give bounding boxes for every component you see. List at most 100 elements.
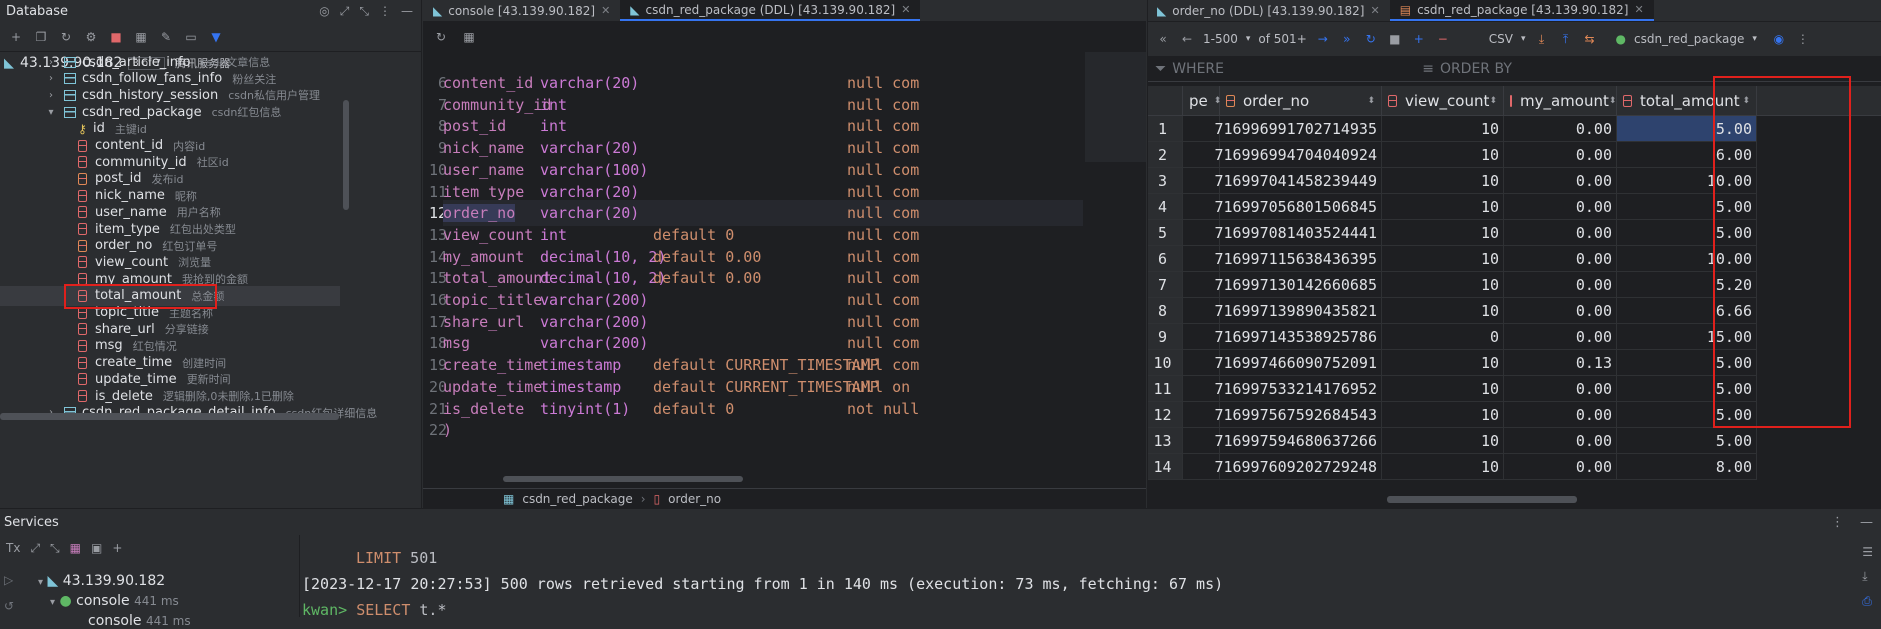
more-icon[interactable]: ⋮ (379, 4, 391, 19)
tab-console[interactable]: ◣ console [43.139.90.182] ✕ (423, 0, 620, 21)
table-row[interactable]: 13 716997594680637266 10 0.00 5.00 (1147, 428, 1881, 454)
table-cell[interactable]: 8.00 (1617, 454, 1757, 480)
expand-icon[interactable]: ⤢ (340, 4, 350, 19)
column-header-order-no[interactable]: order_no ⬍ (1220, 86, 1382, 115)
table-cell[interactable]: 716997130142660685 (1214, 272, 1382, 298)
table-cell[interactable]: 716997139890435821 (1214, 298, 1382, 324)
table-cell[interactable]: 10 (1382, 376, 1504, 402)
more-icon[interactable]: ⋮ (1795, 31, 1811, 47)
tab-red-package[interactable]: ▤ csdn_red_package [43.139.90.182] ✕ (1389, 0, 1654, 21)
first-page-icon[interactable]: « (1155, 31, 1171, 47)
minimize-icon[interactable]: — (1860, 515, 1873, 530)
target-icon[interactable]: ◎ (319, 4, 329, 19)
tab-ddl[interactable]: ◣ csdn_red_package (DDL) [43.139.90.182]… (620, 0, 921, 21)
collapse-icon[interactable]: ⤡ (359, 4, 369, 19)
order-by-input[interactable]: ORDER BY (1440, 61, 1512, 77)
refresh-icon[interactable]: ↻ (58, 29, 74, 45)
table-cell[interactable]: 716997056801506845 (1214, 194, 1382, 220)
table-cell[interactable]: 716996994704040924 (1214, 142, 1382, 168)
table-cell[interactable]: 10 (1382, 454, 1504, 480)
close-icon[interactable]: ✕ (1634, 3, 1643, 16)
table-cell[interactable]: 5.00 (1617, 428, 1757, 454)
table-cell[interactable]: 716997143538925786 (1214, 324, 1382, 350)
datasource-selector[interactable]: csdn_red_package (1634, 32, 1744, 46)
grid-scrollbar-h[interactable] (1387, 496, 1577, 503)
wrap-icon[interactable]: ☰ (1862, 545, 1873, 559)
service-host-node[interactable]: ▾ ◣ 43.139.90.182 (38, 573, 165, 589)
table-cell[interactable]: 716997466090752091 (1214, 350, 1382, 376)
table-cell[interactable]: 10 (1382, 194, 1504, 220)
filter-icon[interactable]: ▼ (208, 29, 224, 45)
edit-icon[interactable]: ✎ (158, 29, 174, 45)
table-cell[interactable]: 10 (1382, 402, 1504, 428)
more-icon[interactable]: ⋮ (1831, 515, 1844, 530)
compare-icon[interactable]: ⇆ (1582, 31, 1598, 47)
table-icon[interactable]: ▦ (133, 29, 149, 45)
paging-range[interactable]: 1-500 (1203, 32, 1238, 46)
upload-icon[interactable]: ⤒ (1558, 31, 1574, 47)
sort-toggle-icon[interactable]: ⬍ (1609, 96, 1617, 106)
service-console-node[interactable]: ▾ ● console 441 ms (50, 593, 179, 609)
table-cell[interactable]: 0.00 (1504, 402, 1617, 428)
table-cell[interactable]: 716997533214176952 (1214, 376, 1382, 402)
chevron-down-icon[interactable]: ▾ (44, 107, 58, 118)
last-page-icon[interactable]: » (1339, 31, 1355, 47)
copy-icon[interactable]: ❐ (33, 29, 49, 45)
download-icon[interactable]: ⤓ (1862, 569, 1873, 584)
table-cell[interactable]: 0.00 (1504, 298, 1617, 324)
table-cell[interactable]: 10 (1382, 272, 1504, 298)
add-row-icon[interactable]: + (1411, 31, 1427, 47)
table-cell[interactable]: 716997567592684543 (1214, 402, 1382, 428)
stop-icon[interactable]: ■ (108, 29, 124, 45)
refresh-icon[interactable]: ↻ (1363, 31, 1379, 47)
chevron-down-icon[interactable]: ▾ (1752, 34, 1757, 44)
history-icon[interactable]: ↺ (4, 599, 14, 613)
table-cell[interactable]: 0.00 (1504, 376, 1617, 402)
table-cell[interactable]: 10 (1382, 142, 1504, 168)
run-icon[interactable]: ▷ (4, 573, 14, 587)
export-format[interactable]: CSV (1489, 32, 1513, 46)
close-icon[interactable]: ✕ (1371, 4, 1380, 17)
console-icon[interactable]: ▭ (183, 29, 199, 45)
minimap[interactable] (1085, 52, 1146, 162)
eye-icon[interactable]: ◉ (1771, 31, 1787, 47)
table-cell[interactable]: 0.00 (1504, 246, 1617, 272)
code-area[interactable]: 6 content_id varchar(20) null com 7 community… (423, 30, 1083, 460)
stop-icon[interactable]: ■ (1387, 31, 1403, 47)
table-cell[interactable]: 0.00 (1504, 116, 1617, 142)
table-cell[interactable]: 10 (1382, 116, 1504, 142)
tree-scrollbar-h[interactable] (0, 413, 339, 420)
download-icon[interactable]: ⤓ (1534, 31, 1550, 47)
schema-icon[interactable]: ⚙ (83, 29, 99, 45)
where-input[interactable]: WHERE (1172, 61, 1422, 77)
breadcrumb-column[interactable]: order_no (668, 492, 721, 506)
table-cell[interactable]: 0.00 (1504, 194, 1617, 220)
table-cell[interactable]: 0.00 (1504, 272, 1617, 298)
column-header-pe[interactable]: pe ⬍ (1183, 86, 1221, 115)
delete-row-icon[interactable]: − (1435, 31, 1451, 47)
tree-scrollbar-v[interactable] (343, 100, 349, 210)
editor-scrollbar-h[interactable] (503, 476, 743, 482)
table-cell[interactable]: 10 (1382, 168, 1504, 194)
table-cell[interactable]: 716997041458239449 (1214, 168, 1382, 194)
table-cell[interactable]: 0.00 (1504, 454, 1617, 480)
total-count[interactable]: of 501+ (1258, 32, 1306, 46)
chevron-down-icon[interactable]: ▾ (1521, 34, 1526, 44)
column-header-view-count[interactable]: view_count ⬍ (1382, 86, 1504, 115)
table-cell[interactable]: 716997115638436395 (1214, 246, 1382, 272)
table-cell[interactable]: 716997609202729248 (1214, 454, 1382, 480)
close-icon[interactable]: ✕ (601, 4, 610, 17)
table-cell[interactable]: 10 (1382, 298, 1504, 324)
breadcrumb-table[interactable]: csdn_red_package (522, 492, 632, 506)
table-cell[interactable]: 0 (1382, 324, 1504, 350)
column-header-my-amount[interactable]: my_amount ⬍ (1504, 86, 1617, 115)
chevron-right-icon[interactable]: › (44, 57, 58, 68)
table-cell[interactable]: 0.00 (1504, 324, 1617, 350)
add-icon[interactable]: + (8, 29, 24, 45)
table-cell[interactable]: 10 (1382, 350, 1504, 376)
print-icon[interactable]: ⎙ (1862, 594, 1873, 609)
next-page-icon[interactable]: → (1315, 31, 1331, 47)
service-console-child-node[interactable]: console 441 ms (88, 613, 191, 629)
close-icon[interactable]: ✕ (901, 3, 910, 16)
table-cell[interactable]: 0.00 (1504, 220, 1617, 246)
